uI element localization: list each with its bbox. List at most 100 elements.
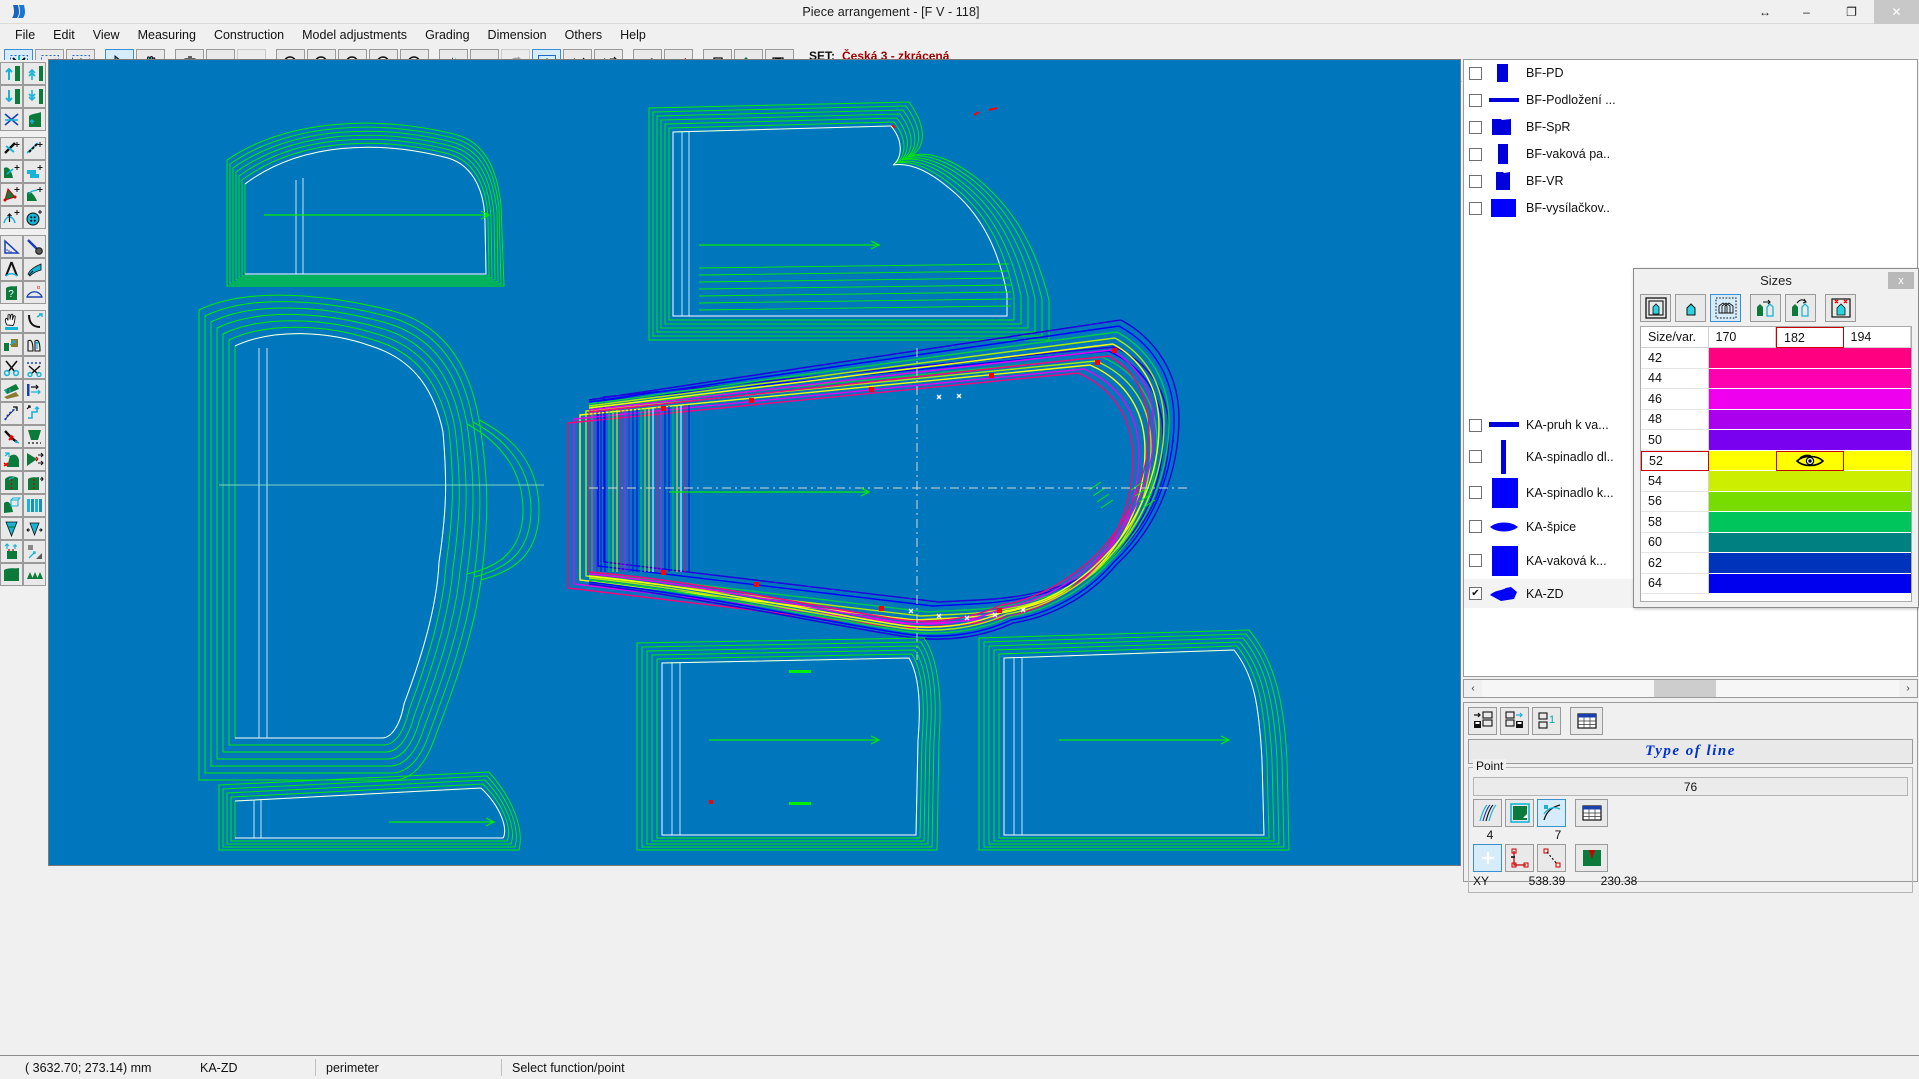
sizes-dialog[interactable]: Sizes x Size/var. 170 182 194 42 44 46 4… <box>1633 268 1919 608</box>
pleats-icon[interactable] <box>23 494 46 517</box>
table-row[interactable]: 42 <box>1641 348 1911 369</box>
sizes-column-182[interactable]: 182 <box>1776 327 1844 348</box>
sizes-row-label[interactable]: 46 <box>1641 389 1709 410</box>
scrollbar-track[interactable] <box>1482 680 1899 697</box>
layer-checkbox[interactable] <box>1469 554 1482 567</box>
single-size-icon[interactable] <box>1675 294 1706 322</box>
sizes-row-label[interactable]: 54 <box>1641 471 1709 492</box>
size-cell[interactable] <box>1843 553 1911 574</box>
active-size-cell[interactable] <box>1776 450 1844 471</box>
table-row[interactable]: 60 <box>1641 532 1911 553</box>
layer-checkbox[interactable] <box>1469 66 1482 80</box>
size-cell[interactable] <box>1708 471 1777 492</box>
triangle-expand-icon[interactable] <box>23 448 46 471</box>
minimize-button[interactable]: – <box>1784 0 1829 24</box>
size-cell[interactable] <box>1843 532 1911 553</box>
size-cell[interactable] <box>1776 368 1844 389</box>
menu-model-adjustments[interactable]: Model adjustments <box>293 26 416 44</box>
dashed-arrow-icon[interactable] <box>0 402 23 425</box>
layer-checkbox[interactable]: ✔ <box>1469 587 1482 600</box>
size-cell[interactable] <box>1708 573 1777 594</box>
menu-construction[interactable]: Construction <box>205 26 293 44</box>
close-button[interactable]: ✕ <box>1874 0 1919 24</box>
sizes-row-label[interactable]: 42 <box>1641 348 1709 369</box>
layer-checkbox[interactable] <box>1469 520 1482 533</box>
dart-v-arrows-icon[interactable] <box>23 517 46 540</box>
layer-checkbox[interactable] <box>1469 147 1482 161</box>
line-styles-icon[interactable] <box>1473 799 1502 827</box>
size-cell[interactable] <box>1776 532 1844 553</box>
size-cell[interactable] <box>1843 573 1911 594</box>
size-cell[interactable] <box>1708 368 1777 389</box>
curve-segment-icon[interactable] <box>1537 799 1566 827</box>
piece-green-icon[interactable] <box>0 563 23 586</box>
piece-dart-icon[interactable] <box>0 471 23 494</box>
sizes-row-label[interactable]: 58 <box>1641 512 1709 533</box>
add-cross-point-icon[interactable] <box>0 137 23 160</box>
size-cell[interactable] <box>1776 512 1844 533</box>
size-cell[interactable] <box>1708 409 1777 430</box>
layer-checkbox[interactable] <box>1469 174 1482 188</box>
triangles-row-icon[interactable] <box>23 563 46 586</box>
list-item[interactable]: BF-vaková pa.. <box>1464 141 1917 168</box>
size-cell[interactable] <box>1708 553 1777 574</box>
size-cell[interactable] <box>1776 409 1844 430</box>
add-points-line-icon[interactable] <box>23 137 46 160</box>
size-cell[interactable] <box>1708 491 1777 512</box>
piece-fold-icon[interactable] <box>23 471 46 494</box>
scroll-left-arrow-icon[interactable]: ‹ <box>1464 680 1482 697</box>
size-cell[interactable] <box>1843 491 1911 512</box>
sizes-row-label[interactable]: 50 <box>1641 430 1709 451</box>
protractor-icon[interactable]: α <box>23 281 46 304</box>
size-cell[interactable] <box>1843 389 1911 410</box>
layer-checkbox[interactable] <box>1469 120 1482 134</box>
table-row[interactable]: 64 <box>1641 573 1911 594</box>
arrows-shift-icon[interactable] <box>23 379 46 402</box>
size-cell[interactable] <box>1776 553 1844 574</box>
menu-measuring[interactable]: Measuring <box>129 26 205 44</box>
sizes-row-label[interactable]: 44 <box>1641 368 1709 389</box>
shift-sizes-right-icon[interactable] <box>1750 294 1781 322</box>
menu-file[interactable]: File <box>6 26 44 44</box>
size-cell[interactable] <box>1843 450 1911 471</box>
size-cell[interactable] <box>1843 348 1911 369</box>
scissors-cut-line-icon[interactable] <box>23 356 46 379</box>
ruler-pin-icon[interactable] <box>23 235 46 258</box>
sizes-column-194[interactable]: 194 <box>1843 327 1911 348</box>
triangle-measure-add-icon[interactable] <box>0 183 23 206</box>
piece-corner-add-icon[interactable] <box>0 160 23 183</box>
table-row[interactable]: 48 <box>1641 409 1911 430</box>
size-cell[interactable] <box>1843 368 1911 389</box>
list-item[interactable]: BF-vysílačkov.. <box>1464 195 1917 222</box>
menu-edit[interactable]: Edit <box>44 26 84 44</box>
piece-fill-icon[interactable] <box>23 108 46 131</box>
piece-notch-icon[interactable] <box>23 425 46 448</box>
list-item[interactable]: BF-PD <box>1464 60 1917 87</box>
pattern-canvas[interactable] <box>48 59 1461 866</box>
move-point-icon[interactable] <box>1537 844 1566 872</box>
count-one-icon[interactable]: 1 <box>1532 707 1561 735</box>
curve-arrow-icon[interactable] <box>23 310 46 333</box>
piece-green-fill-icon[interactable] <box>1505 799 1534 827</box>
layer-checkbox[interactable] <box>1469 486 1482 499</box>
table-row[interactable]: 52 <box>1641 450 1911 471</box>
remove-point-icon[interactable] <box>1505 844 1534 872</box>
size-cell[interactable] <box>1708 450 1777 471</box>
table-row[interactable]: 54 <box>1641 471 1911 492</box>
table-row[interactable]: 50 <box>1641 430 1911 451</box>
table-row[interactable]: 58 <box>1641 512 1911 533</box>
sizes-row-label[interactable]: 60 <box>1641 532 1709 553</box>
zigzag-arrow-icon[interactable] <box>23 402 46 425</box>
sizes-row-label[interactable]: 62 <box>1641 553 1709 574</box>
piece-copy-icon[interactable] <box>0 333 23 356</box>
list-item[interactable]: BF-SpR <box>1464 114 1917 141</box>
table-row[interactable]: 44 <box>1641 368 1911 389</box>
arc-up-add-icon[interactable] <box>0 206 23 229</box>
sizes-close-button[interactable]: x <box>1888 272 1914 289</box>
size-cell[interactable] <box>1776 573 1844 594</box>
move-up-all-icon[interactable] <box>23 62 46 85</box>
move-down-all-icon[interactable] <box>23 85 46 108</box>
satellite-measure-icon[interactable] <box>23 258 46 281</box>
layer-list-scrollbar[interactable]: ‹ › <box>1463 679 1918 698</box>
menu-view[interactable]: View <box>84 26 129 44</box>
